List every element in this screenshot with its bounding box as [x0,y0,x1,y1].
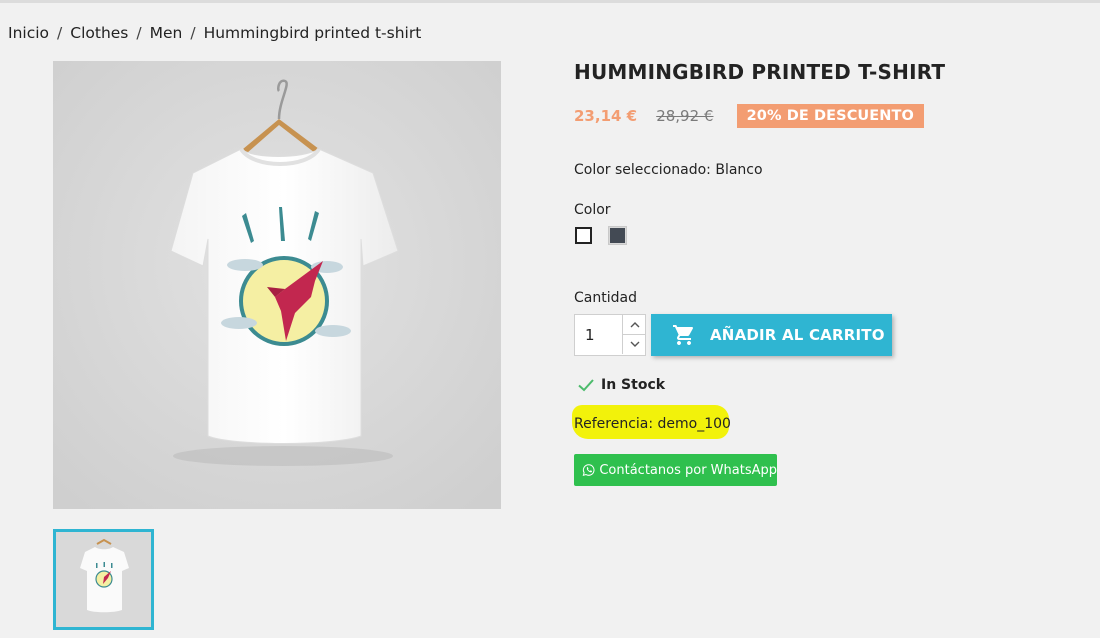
breadcrumb: Inicio / Clothes / Men / Hummingbird printed t… [8,24,421,42]
check-icon [578,379,594,392]
product-main-image[interactable] [53,61,501,509]
color-label: Color [574,202,611,218]
selected-color-text: Color seleccionado: Blanco [574,162,763,178]
quantity-increase-button[interactable] [622,315,646,335]
regular-price: 28,92 € [656,107,714,125]
top-divider [0,0,1100,3]
quantity-stepper [574,314,646,356]
quantity-label: Cantidad [574,290,637,306]
breadcrumb-item-men[interactable]: Men [150,24,183,42]
breadcrumb-separator: / [190,24,196,42]
breadcrumb-item-home[interactable]: Inicio [8,24,49,42]
add-to-cart-label: AÑADIR AL CARRITO [710,326,885,344]
product-thumbnail[interactable] [53,529,154,630]
reference-text: Referencia: demo_100 [574,416,731,432]
stock-label: In Stock [601,377,666,393]
discount-badge: 20% DE DESCUENTO [736,104,924,128]
whatsapp-contact-button[interactable]: Contáctanos por WhatsApp [574,454,777,486]
product-reference: Referencia: demo_100 [572,405,731,439]
chevron-up-icon [630,322,639,328]
product-title: HUMMINGBIRD PRINTED T-SHIRT [574,60,946,84]
breadcrumb-separator: / [57,24,63,42]
color-swatch-dark[interactable] [609,227,626,244]
current-price: 23,14 € [574,107,638,125]
whatsapp-icon [582,464,595,476]
breadcrumb-item-current: Hummingbird printed t-shirt [203,24,422,42]
tshirt-thumbnail-image [56,532,151,627]
breadcrumb-separator: / [136,24,142,42]
color-swatch-white[interactable] [575,227,592,244]
whatsapp-label: Contáctanos por WhatsApp [599,462,777,478]
chevron-down-icon [630,341,639,347]
tshirt-image [53,61,501,509]
price-row: 23,14 € 28,92 € 20% DE DESCUENTO [574,104,924,131]
quantity-input[interactable] [575,315,621,355]
add-to-cart-button[interactable]: AÑADIR AL CARRITO [651,314,892,356]
breadcrumb-item-clothes[interactable]: Clothes [70,24,128,42]
quantity-decrease-button[interactable] [622,335,646,354]
shopping-cart-icon [673,325,694,345]
stock-status: In Stock [577,376,665,394]
